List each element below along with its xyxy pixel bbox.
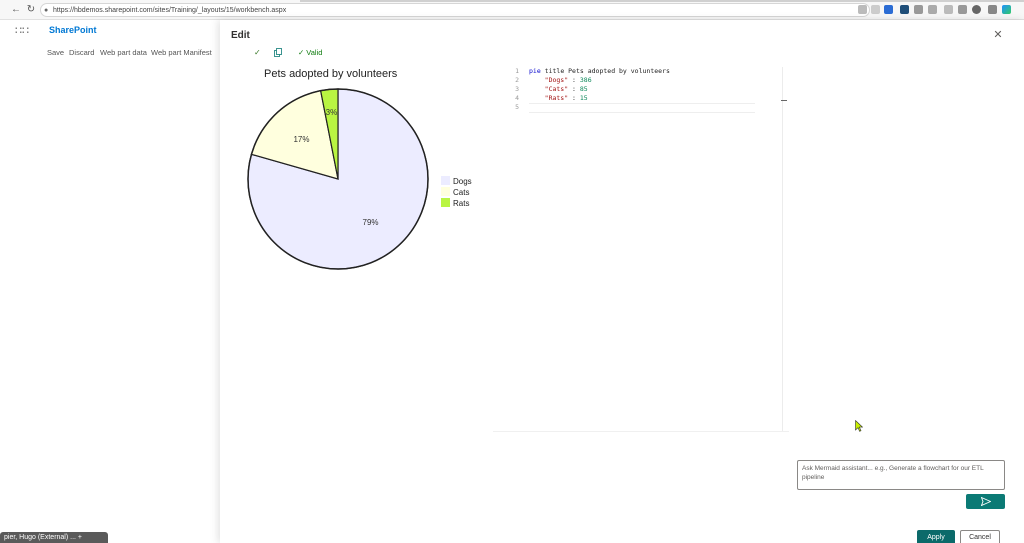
- back-icon[interactable]: ←: [10, 4, 22, 16]
- code-token: 85: [579, 85, 588, 93]
- pie-label-cats: 17%: [293, 135, 309, 144]
- line-number: 2: [515, 76, 519, 84]
- editor-footer: [493, 431, 789, 511]
- favorites-icon[interactable]: [958, 5, 967, 14]
- send-icon: [980, 497, 992, 507]
- user-chip[interactable]: pier, Hugo (External) ... +: [0, 532, 108, 543]
- copilot-icon[interactable]: [1002, 5, 1011, 14]
- code-token: 386: [579, 76, 592, 84]
- browser-toolbar: ← ↻ ● https://hbdemos.sharepoint.com/sit…: [0, 0, 1024, 20]
- web-part-manifest-command[interactable]: Web part Manifest: [151, 48, 212, 57]
- sharepoint-brand[interactable]: SharePoint: [49, 25, 97, 35]
- send-button[interactable]: [966, 494, 1005, 509]
- discard-command[interactable]: Discard: [69, 48, 94, 57]
- panel-title: Edit: [231, 30, 250, 41]
- line-content: "Rats" : 15: [529, 94, 588, 103]
- code-editor[interactable]: 1 pie title Pets adopted by volunteers 2 "…: [493, 67, 783, 431]
- waffle-icon[interactable]: ∷∷: [15, 26, 29, 37]
- legend-label-rats: Rats: [453, 199, 469, 208]
- legend-label-cats: Cats: [453, 188, 469, 197]
- line-number: 3: [515, 85, 519, 93]
- save-command[interactable]: Save: [47, 48, 64, 57]
- apply-button[interactable]: Apply: [917, 530, 955, 543]
- extension-icon[interactable]: [928, 5, 937, 14]
- editor-scrollbar[interactable]: [781, 100, 787, 101]
- line-number: 4: [515, 94, 519, 102]
- current-line-highlight: [529, 103, 755, 113]
- line-content: "Dogs" : 386: [529, 76, 592, 85]
- read-aloud-icon[interactable]: [871, 5, 880, 14]
- address-bar[interactable]: ● https://hbdemos.sharepoint.com/sites/T…: [40, 3, 870, 17]
- valid-check-icon: ✓: [298, 48, 305, 57]
- line-number: 1: [515, 67, 519, 75]
- profile-icon[interactable]: [972, 5, 981, 14]
- valid-status: ✓ Valid: [298, 48, 322, 57]
- extension-icon[interactable]: [900, 5, 909, 14]
- legend-swatch-dogs: [441, 176, 450, 185]
- code-token: :: [568, 85, 580, 93]
- line-number: 5: [515, 103, 519, 111]
- lock-icon: ●: [44, 7, 49, 14]
- code-token: :: [568, 94, 580, 102]
- code-token: pie: [529, 67, 541, 75]
- line-content: pie title Pets adopted by volunteers: [529, 67, 670, 76]
- assistant-input[interactable]: Ask Mermaid assistant... e.g., Generate …: [797, 460, 1005, 490]
- close-icon[interactable]: ✕: [992, 29, 1004, 41]
- more-icon[interactable]: [988, 5, 997, 14]
- legend-label-dogs: Dogs: [453, 177, 472, 186]
- split-screen-icon[interactable]: [944, 5, 953, 14]
- valid-label: Valid: [306, 48, 323, 57]
- url-text: https://hbdemos.sharepoint.com/sites/Tra…: [53, 7, 287, 14]
- tab-strip: [300, 0, 1024, 2]
- code-token: title Pets adopted by volunteers: [540, 67, 670, 75]
- checkmark-icon[interactable]: ✓: [254, 48, 261, 57]
- refresh-icon[interactable]: ↻: [25, 4, 37, 16]
- code-token: "Cats": [544, 85, 569, 93]
- zoom-icon[interactable]: [858, 5, 867, 14]
- pie-slices: [247, 88, 429, 270]
- code-token: 15: [579, 94, 588, 102]
- chart-title: Pets adopted by volunteers: [264, 68, 398, 80]
- pie-legend: Dogs Cats Rats: [441, 176, 472, 208]
- code-token: :: [568, 76, 580, 84]
- screen: ← ↻ ● https://hbdemos.sharepoint.com/sit…: [0, 0, 1024, 543]
- pie-chart: 79% 17% 3% Dogs Cats Rats: [247, 88, 472, 270]
- web-part-data-command[interactable]: Web part data: [100, 48, 147, 57]
- edit-panel: Edit ✕ ✓ ✓ Valid Pets adopted by voluntee…: [220, 20, 1024, 543]
- legend-swatch-rats: [441, 198, 450, 207]
- pie-label-dogs: 79%: [363, 218, 379, 227]
- code-token: "Rats": [544, 94, 569, 102]
- cancel-button[interactable]: Cancel: [960, 530, 1000, 543]
- copy-icon[interactable]: [274, 48, 282, 57]
- mouse-pointer-icon: [855, 420, 863, 432]
- favorite-star-icon[interactable]: [884, 5, 893, 14]
- extension-icon[interactable]: [914, 5, 923, 14]
- pie-label-rats: 3%: [326, 108, 338, 117]
- line-content: "Cats" : 85: [529, 85, 588, 94]
- legend-swatch-cats: [441, 187, 450, 196]
- code-token: "Dogs": [544, 76, 569, 84]
